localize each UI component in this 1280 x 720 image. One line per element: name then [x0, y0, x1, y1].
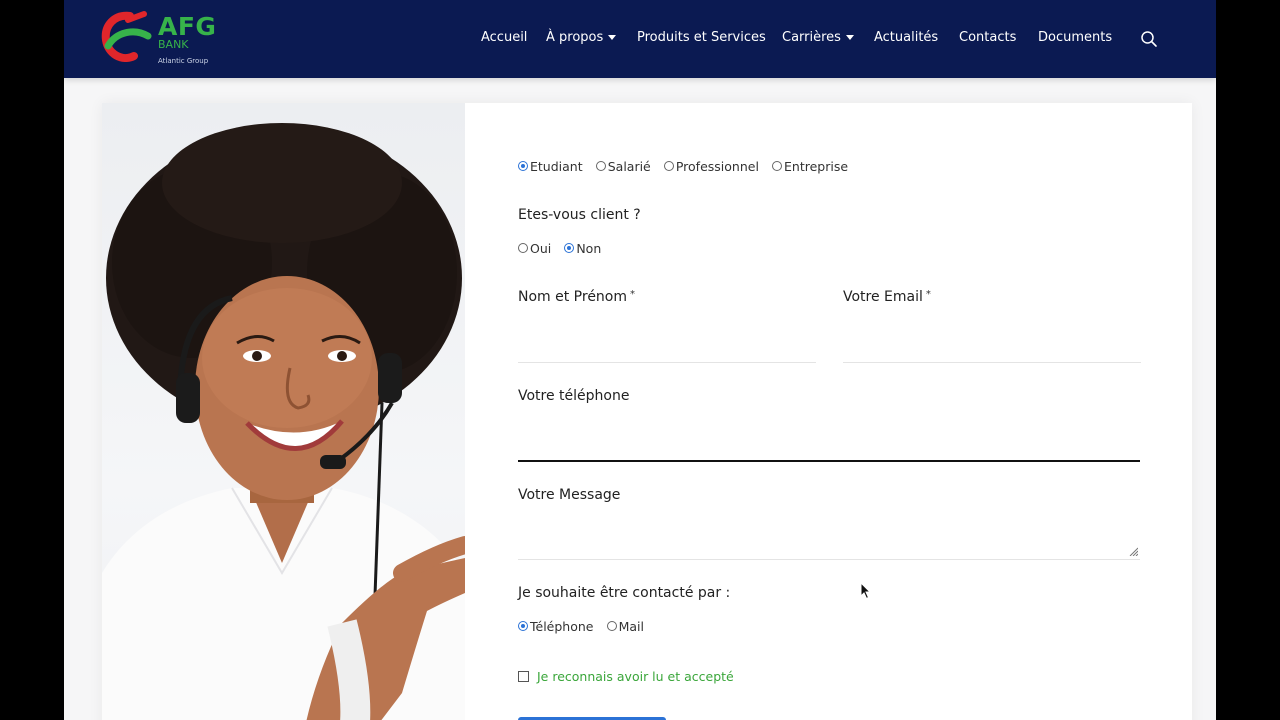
radio-unchecked-icon: [606, 621, 617, 631]
contact-by-radio-group: Téléphone Mail: [518, 616, 652, 634]
search-button[interactable]: [1140, 30, 1158, 48]
search-icon: [1141, 31, 1157, 47]
required-mark: *: [925, 289, 931, 300]
support-agent-photo: [102, 103, 465, 720]
name-label-text: Nom et Prénom: [518, 289, 628, 305]
option-label: Téléphone: [530, 618, 594, 634]
nav-documents[interactable]: Documents: [1038, 30, 1112, 45]
profile-option-entreprise[interactable]: Entreprise: [772, 159, 848, 174]
email-label-text: Votre Email: [843, 289, 923, 305]
nav-carrieres[interactable]: Carrières: [782, 30, 854, 45]
radio-unchecked-icon: [663, 161, 674, 171]
radio-unchecked-icon: [518, 243, 528, 253]
radio-checked-icon: [564, 243, 575, 253]
email-field[interactable]: [843, 336, 1141, 363]
option-label: Salarié: [607, 158, 651, 174]
name-label: Nom et Prénom *: [518, 289, 635, 305]
nav-a-propos[interactable]: À propos: [546, 30, 617, 45]
contact-option-mail[interactable]: Mail: [606, 618, 644, 634]
accept-terms-label[interactable]: Je reconnais avoir lu et accepté: [537, 669, 734, 684]
radio-unchecked-icon: [595, 161, 606, 171]
option-label: Non: [576, 240, 602, 256]
main-nav: Accueil À propos Produits et Services Ca…: [64, 0, 1216, 78]
profile-option-professionnel[interactable]: Professionnel: [663, 158, 759, 174]
phone-field[interactable]: [518, 434, 1140, 462]
message-field[interactable]: [518, 515, 1140, 560]
nav-label: Documents: [1038, 30, 1113, 45]
profile-option-salarie[interactable]: Salarié: [595, 158, 651, 174]
radio-checked-icon: [518, 621, 528, 631]
caret-down-icon: [845, 35, 854, 40]
contact-by-label: Je souhaite être contacté par :: [518, 585, 731, 601]
option-label: Oui: [530, 240, 552, 256]
accept-terms-checkbox[interactable]: [518, 671, 529, 682]
radio-unchecked-icon: [772, 161, 783, 171]
nav-label: Carrières: [782, 30, 841, 45]
page: AFG BANK Atlantic Group Accueil À propos…: [64, 0, 1216, 720]
client-option-oui[interactable]: Oui: [518, 241, 551, 256]
nav-contacts[interactable]: Contacts: [959, 30, 1016, 45]
message-label: Votre Message: [518, 487, 621, 503]
caret-down-icon: [608, 35, 617, 40]
option-label: Professionnel: [675, 158, 759, 174]
option-label: Etudiant: [530, 158, 583, 174]
agent-illustration: [102, 123, 465, 720]
nav-label: Actualités: [874, 30, 939, 45]
resize-grip-icon[interactable]: [1128, 546, 1138, 556]
profile-radio-group: Etudiant Salarié Professionnel Entrepris…: [518, 156, 856, 174]
radio-checked-icon: [518, 161, 528, 171]
option-label: Entreprise: [784, 158, 849, 174]
nav-produits-services[interactable]: Produits et Services: [637, 30, 766, 45]
contact-option-telephone[interactable]: Téléphone: [518, 619, 593, 634]
top-navbar: AFG BANK Atlantic Group Accueil À propos…: [64, 0, 1216, 78]
client-radio-group: Oui Non: [518, 238, 609, 256]
contact-section: Etudiant Salarié Professionnel Entrepris…: [102, 103, 1192, 720]
option-label: Mail: [618, 618, 644, 634]
mouse-cursor-icon: [860, 582, 872, 600]
nav-actualites[interactable]: Actualités: [874, 30, 938, 45]
client-option-non[interactable]: Non: [564, 241, 601, 256]
client-question-label: Etes-vous client ?: [518, 207, 641, 223]
nav-accueil[interactable]: Accueil: [481, 30, 527, 45]
nav-label: Produits et Services: [637, 30, 766, 45]
nav-label: Contacts: [959, 30, 1017, 45]
nav-label: À propos: [546, 30, 604, 45]
nav-label: Accueil: [481, 30, 528, 45]
profile-option-etudiant[interactable]: Etudiant: [518, 159, 583, 174]
phone-label: Votre téléphone: [518, 388, 630, 404]
name-field[interactable]: [518, 336, 816, 363]
email-label: Votre Email *: [843, 289, 931, 305]
required-mark: *: [630, 289, 636, 300]
contact-form: Etudiant Salarié Professionnel Entrepris…: [518, 103, 1158, 720]
